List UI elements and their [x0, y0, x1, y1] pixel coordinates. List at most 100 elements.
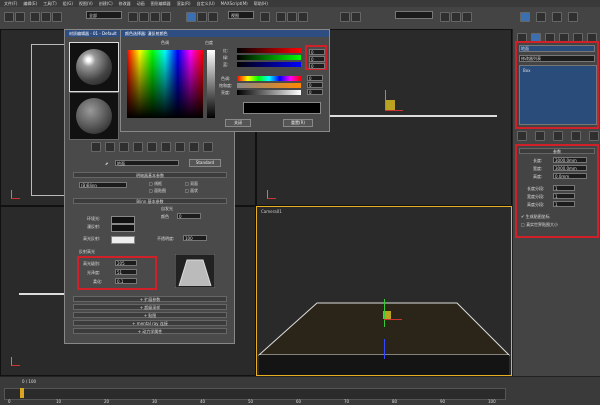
curve-editor-icon[interactable] [451, 12, 461, 22]
menu-item[interactable]: 视图(V) [79, 1, 93, 7]
hue-spectrum[interactable] [127, 50, 203, 118]
width-spinner[interactable]: 3000.0mm [553, 165, 587, 171]
material-type-button[interactable]: Standard [189, 159, 221, 167]
reset-map-icon[interactable] [133, 142, 143, 152]
put-to-scene-icon[interactable] [105, 142, 115, 152]
blinn-rollout[interactable]: Blinn 基本参数 [73, 198, 227, 204]
gloss-spinner[interactable]: 51 [115, 269, 137, 275]
value-spinner[interactable]: 0 [307, 89, 323, 95]
assign-material-icon[interactable] [119, 142, 129, 152]
height-spinner[interactable]: 0.0mm [553, 173, 587, 179]
hue-slider[interactable] [237, 76, 301, 81]
remove-modifier-icon[interactable] [571, 131, 581, 141]
undo-icon[interactable] [4, 12, 14, 22]
real-world-checkbox[interactable]: □ 真实世界贴图大小 [521, 222, 558, 228]
pick-material-icon[interactable]: ⬈ [105, 161, 108, 166]
viewport-perspective[interactable]: Camera01 [256, 206, 512, 376]
height-segs-spinner[interactable]: 1 [553, 201, 575, 207]
shader-type-dropdown[interactable]: (B)Blinn [79, 182, 127, 188]
layer-icon[interactable] [440, 12, 450, 22]
material-editor-icon[interactable] [520, 12, 530, 22]
width-segs-spinner[interactable]: 1 [553, 193, 575, 199]
specular-swatch[interactable] [111, 236, 135, 244]
window-crossing-icon[interactable] [161, 12, 171, 22]
blackness-slider[interactable] [207, 50, 215, 118]
material-id-icon[interactable] [189, 142, 199, 152]
menu-item[interactable]: 动画 [137, 1, 145, 7]
faceted-checkbox[interactable]: □ 面状 [185, 188, 198, 194]
get-material-icon[interactable] [91, 142, 101, 152]
params-rollout[interactable]: 参数 [519, 148, 595, 154]
pivot-icon[interactable] [260, 12, 270, 22]
menu-item[interactable]: 自定义(U) [197, 1, 215, 7]
configure-sets-icon[interactable] [589, 131, 599, 141]
reset-button[interactable]: 重置(R) [283, 119, 313, 127]
rollout-0[interactable]: + 扩展参数 [73, 296, 227, 302]
selection-filter-dropdown[interactable]: 全部 [86, 11, 122, 19]
modifier-list-dropdown[interactable]: 修改器列表 [519, 55, 595, 62]
redo-icon[interactable] [15, 12, 25, 22]
two-sided-checkbox[interactable]: □ 双面 [185, 181, 198, 187]
diffuse-swatch[interactable] [111, 224, 135, 232]
rect-select-icon[interactable] [150, 12, 160, 22]
percent-snap-icon[interactable] [298, 12, 308, 22]
show-map-icon[interactable] [203, 142, 213, 152]
saturation-spinner[interactable]: 0 [307, 82, 323, 88]
scale-icon[interactable] [208, 12, 218, 22]
red-slider[interactable] [237, 48, 301, 53]
pin-stack-icon[interactable] [517, 131, 527, 141]
wire-checkbox[interactable]: □ 线框 [149, 181, 162, 187]
menu-item[interactable]: 组(G) [63, 1, 73, 7]
saturation-slider[interactable] [237, 83, 301, 88]
schematic-icon[interactable] [462, 12, 472, 22]
angle-snap-icon[interactable] [287, 12, 297, 22]
rollout-4[interactable]: + 动力学属性 [73, 328, 227, 334]
bind-icon[interactable] [52, 12, 62, 22]
copy-material-icon[interactable] [147, 142, 157, 152]
unlink-icon[interactable] [41, 12, 51, 22]
time-slider-handle[interactable] [20, 388, 24, 398]
self-color-spinner[interactable]: 0 [177, 213, 201, 219]
face-map-checkbox[interactable]: □ 面贴图 [149, 188, 166, 194]
render-setup-icon[interactable] [536, 12, 546, 22]
opacity-spinner[interactable]: 100 [183, 235, 207, 241]
close-button[interactable]: 关闭 [225, 119, 251, 127]
stack-item-box[interactable]: Box [523, 68, 530, 73]
menu-item[interactable]: 修改器 [119, 1, 131, 7]
rollout-3[interactable]: + mental ray 连接 [73, 320, 227, 326]
show-end-result-icon[interactable] [535, 131, 545, 141]
menu-item[interactable]: 编辑(E) [23, 1, 37, 7]
put-to-library-icon[interactable] [175, 142, 185, 152]
unique-icon[interactable] [161, 142, 171, 152]
sample-slot-2[interactable] [69, 92, 119, 140]
link-icon[interactable] [30, 12, 40, 22]
make-unique-icon[interactable] [553, 131, 563, 141]
move-icon[interactable] [186, 12, 196, 22]
gen-map-checkbox[interactable]: ✔ 生成贴图坐标 [521, 214, 550, 220]
soften-spinner[interactable]: 0.1 [115, 278, 137, 284]
red-spinner[interactable]: 0 [309, 49, 325, 55]
snap-icon[interactable] [276, 12, 286, 22]
menu-item[interactable]: 渲染(R) [177, 1, 191, 7]
render-icon[interactable] [568, 12, 578, 22]
ambient-swatch[interactable] [111, 216, 135, 224]
menu-item[interactable]: 工具(T) [43, 1, 57, 7]
hue-spinner[interactable]: 0 [307, 75, 323, 81]
spec-level-spinner[interactable]: 205 [115, 260, 137, 266]
object-name-field[interactable]: 地面 [519, 45, 595, 52]
blue-slider[interactable] [237, 62, 301, 67]
select-by-name-icon[interactable] [139, 12, 149, 22]
rollout-1[interactable]: + 超级采样 [73, 304, 227, 310]
sample-slot-1[interactable] [69, 42, 119, 92]
rollout-2[interactable]: + 贴图 [73, 312, 227, 318]
menu-item[interactable]: 文件(F) [4, 1, 17, 7]
render-frame-icon[interactable] [552, 12, 562, 22]
select-icon[interactable] [128, 12, 138, 22]
value-slider[interactable] [237, 90, 301, 95]
material-name-field[interactable]: 地面 [115, 160, 179, 166]
align-icon[interactable] [351, 12, 361, 22]
coord-system-dropdown[interactable]: 视图 [228, 11, 254, 19]
menu-item[interactable]: 图形编辑器 [151, 1, 171, 7]
green-slider[interactable] [237, 55, 301, 60]
mirror-icon[interactable] [340, 12, 350, 22]
